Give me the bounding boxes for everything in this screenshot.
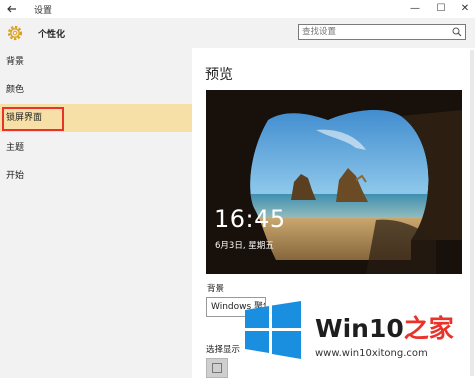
calendar-icon <box>212 363 222 373</box>
sidebar-item-background[interactable]: 背景 <box>0 48 192 76</box>
search-box[interactable] <box>298 24 466 40</box>
brand-accent: 之家 <box>403 314 454 343</box>
lock-screen-preview: 16:45 6月3日, 星期五 <box>206 90 462 274</box>
sidebar-item-label: 颜色 <box>6 85 25 95</box>
calendar-app-button[interactable] <box>206 358 228 378</box>
watermark-brand: Win10之家 <box>315 309 454 345</box>
sidebar-item-lock-screen[interactable]: 锁屏界面 <box>0 104 192 132</box>
highlight-box <box>2 107 64 131</box>
close-button[interactable]: ✕ <box>454 0 475 18</box>
gear-icon <box>6 24 24 42</box>
title-bar: 设置 — ☐ ✕ <box>0 0 475 19</box>
page-header: 个性化 <box>0 18 475 48</box>
sidebar-item-label: 主题 <box>6 143 25 153</box>
lock-screen-time: 16:45 <box>214 205 286 233</box>
page-title: 个性化 <box>38 30 66 40</box>
brand-prefix: Win10 <box>315 314 404 343</box>
watermark: Win10之家 www.win10xitong.com <box>243 301 475 378</box>
sidebar-item-label: 背景 <box>6 57 25 67</box>
back-arrow-icon[interactable] <box>6 3 18 15</box>
choose-app-label: 选择显示 <box>206 345 241 355</box>
sidebar-item-label: 开始 <box>6 171 25 181</box>
sidebar-item-start[interactable]: 开始 <box>0 162 192 190</box>
sidebar-item-colors[interactable]: 颜色 <box>0 76 192 104</box>
sidebar: 背景 颜色 锁屏界面 主题 开始 <box>0 48 192 378</box>
windows-logo-icon <box>243 301 303 359</box>
search-icon[interactable] <box>452 27 462 37</box>
search-input[interactable] <box>302 26 442 38</box>
section-title: 预览 <box>205 67 233 83</box>
sidebar-item-themes[interactable]: 主题 <box>0 134 192 162</box>
window-title: 设置 <box>34 6 53 16</box>
background-label: 背景 <box>207 284 225 294</box>
lock-screen-date: 6月3日, 星期五 <box>215 241 274 251</box>
minimize-button[interactable]: — <box>404 0 426 18</box>
maximize-button[interactable]: ☐ <box>430 0 452 18</box>
watermark-url: www.win10xitong.com <box>315 348 428 359</box>
